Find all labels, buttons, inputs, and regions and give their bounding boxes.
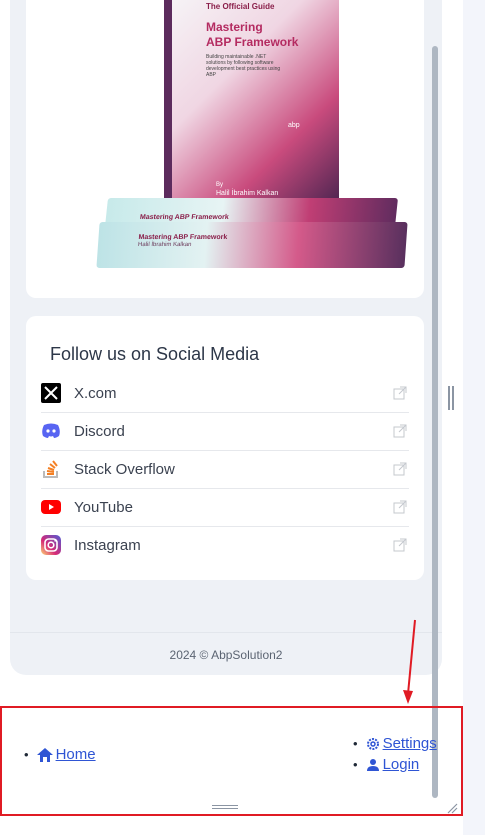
home-link[interactable]: Home xyxy=(36,746,96,763)
book-author: Halil İbrahim Kalkan xyxy=(216,190,279,197)
book-stack-lower: Mastering ABP Framework Halil İbrahim Ka… xyxy=(96,222,408,268)
nav-item-settings: Settings xyxy=(353,733,437,754)
external-link-icon xyxy=(393,424,407,438)
side-strip xyxy=(463,0,485,835)
panel-splitter-handle[interactable] xyxy=(448,386,454,410)
stack-title-lower: Mastering ABP Framework xyxy=(138,234,228,241)
external-link-icon xyxy=(393,462,407,476)
social-item-label: YouTube xyxy=(74,498,133,516)
social-title: Follow us on Social Media xyxy=(50,344,260,364)
nav-item-home: Home xyxy=(24,744,96,765)
login-link[interactable]: Login xyxy=(366,756,420,773)
social-item-label: Stack Overflow xyxy=(74,460,175,478)
social-item-label: X.com xyxy=(74,384,117,402)
vertical-scrollbar[interactable] xyxy=(432,46,438,798)
nav-item-login: Login xyxy=(353,754,437,775)
left-nav-list: Home xyxy=(24,744,96,765)
book-promo-card[interactable]: The Official Guide Mastering ABP Framewo… xyxy=(26,0,424,298)
book-title-line2: ABP Framework xyxy=(206,35,299,49)
footer-divider xyxy=(10,632,442,633)
login-label: Login xyxy=(382,756,420,773)
book-title-line1: Mastering xyxy=(206,20,263,34)
social-item-discord[interactable]: Discord xyxy=(41,412,409,451)
book-brand: abp xyxy=(288,122,300,129)
external-link-icon xyxy=(393,538,407,552)
instagram-icon xyxy=(41,535,61,555)
footer-copyright: 2024 © AbpSolution2 xyxy=(169,648,283,662)
user-icon xyxy=(366,758,379,771)
book-author-by: By xyxy=(216,182,224,188)
social-item-label: Discord xyxy=(74,422,125,440)
book-badge: The Official Guide xyxy=(206,2,275,11)
stackoverflow-icon xyxy=(41,459,61,479)
social-item-youtube[interactable]: YouTube xyxy=(41,488,409,527)
gear-icon xyxy=(366,737,379,750)
external-link-icon xyxy=(393,386,407,400)
stack-title-upper: Mastering ABP Framework xyxy=(139,214,230,221)
social-item-x[interactable]: X.com xyxy=(41,374,409,413)
social-item-instagram[interactable]: Instagram xyxy=(41,526,409,564)
right-nav-list: Settings Login xyxy=(353,733,437,775)
stack-author-lower: Halil İbrahim Kalkan xyxy=(137,242,192,248)
settings-link[interactable]: Settings xyxy=(366,735,437,752)
social-item-label: Instagram xyxy=(74,536,141,554)
social-item-stackoverflow[interactable]: Stack Overflow xyxy=(41,450,409,489)
youtube-icon xyxy=(41,497,61,517)
external-link-icon xyxy=(393,500,407,514)
book-subtitle: Building maintainable .NET solutions by … xyxy=(206,54,281,78)
book-cover-image: The Official Guide Mastering ABP Framewo… xyxy=(172,0,339,205)
x-icon xyxy=(41,383,61,403)
discord-icon xyxy=(41,421,61,441)
social-media-card: Follow us on Social Media X.com Discord … xyxy=(26,316,424,580)
home-icon xyxy=(36,747,53,762)
drag-handle[interactable] xyxy=(212,805,238,811)
resize-grip-icon[interactable] xyxy=(446,802,458,814)
home-label: Home xyxy=(55,746,96,763)
settings-label: Settings xyxy=(382,735,437,752)
annotation-arrow-icon xyxy=(403,619,416,704)
